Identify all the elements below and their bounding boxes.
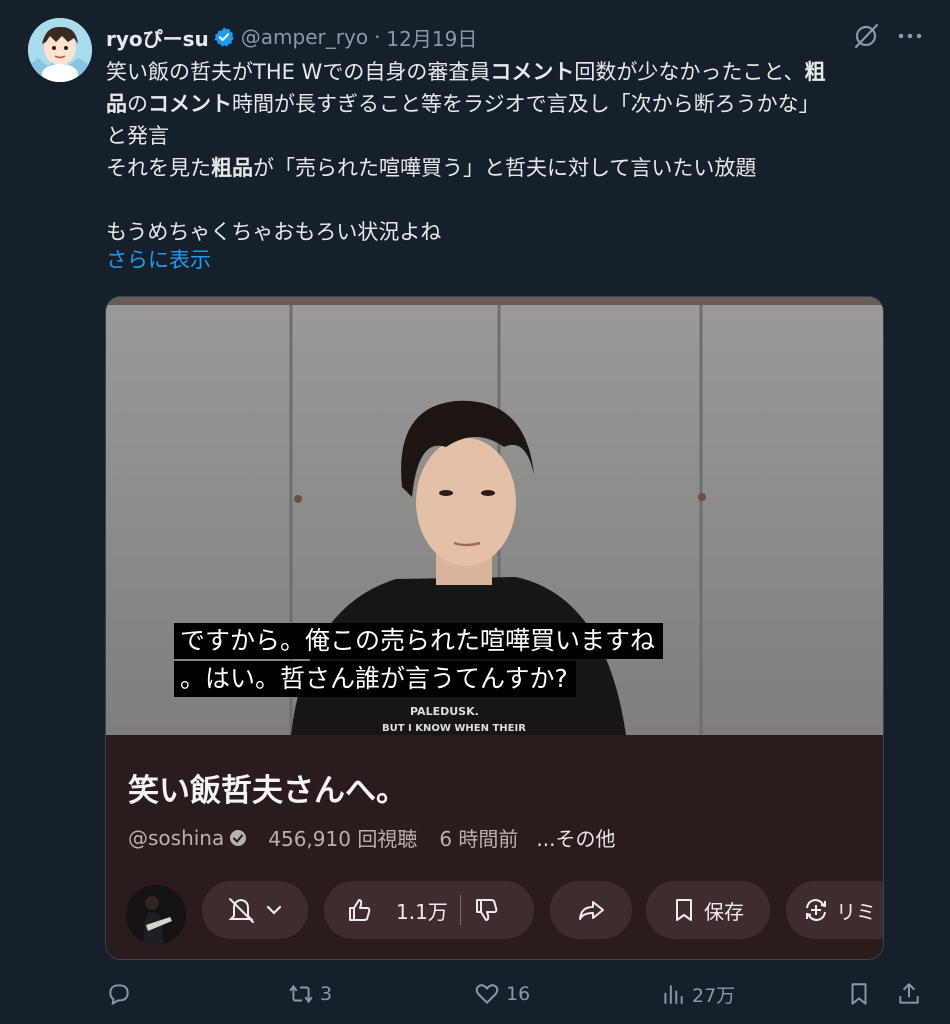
channel-avatar[interactable] (126, 885, 186, 945)
view-count: 456,910 回視聴 (268, 827, 418, 851)
tweet-header: ryoぴーsu @amper_ryo · 12月19日 (106, 22, 477, 52)
tweet-line: 品のコメント時間が長すぎること等をラジオで言及し「次から断ろうかな」 (106, 92, 820, 116)
tweet-action-bar: 3 16 27万 (106, 976, 926, 1012)
video-subtitles: ですから。俺この売られた喧嘩買いますね 。はい。哲さん誰が言うてんすか? (174, 623, 664, 697)
like-dislike-group: 1.1万 (324, 881, 534, 939)
tweet-line: と発言 (106, 124, 169, 148)
save-label: 保存 (704, 899, 744, 924)
remix-label: リミ (836, 899, 876, 924)
bookmark-icon (851, 983, 867, 1005)
subscribe-bell-button[interactable] (202, 881, 308, 939)
retweet-button[interactable]: 3 (288, 976, 332, 1012)
user-handle[interactable]: @amper_ryo (241, 25, 368, 49)
channel-verified-icon (230, 829, 247, 846)
views-button[interactable]: 27万 (660, 976, 735, 1012)
bookmark-icon (676, 899, 692, 921)
tweet-line: 笑い飯の哲夫がTHE Wでの自身の審査員コメント回数が少なかったこと、粗 (106, 60, 826, 84)
view-count: 27万 (692, 984, 736, 1007)
tweet-line: もうめちゃくちゃおもろい状況よね (106, 220, 442, 244)
analytics-icon (664, 985, 683, 1004)
tweet-line: それを見た粗品が「売られた喧嘩買う」と哲夫に対して言いたい放題 (106, 156, 757, 180)
video-meta: @soshina 456,910 回視聴 6 時間前 ...その他 (128, 823, 615, 852)
media-card[interactable]: PALEDUSK. BUT I KNOW WHEN THEIR ですから。俺この… (105, 296, 884, 960)
more-link[interactable]: ...その他 (536, 823, 615, 852)
like-count[interactable]: 1.1万 (396, 896, 448, 925)
like-button[interactable]: 16 (474, 976, 530, 1012)
reply-button[interactable] (106, 976, 132, 1012)
thumbs-up-icon[interactable] (346, 896, 374, 924)
author-avatar[interactable] (28, 18, 92, 82)
video-info-panel: 笑い飯哲夫さんへ。 @soshina 456,910 回視聴 6 時間前 ...… (106, 735, 883, 959)
share-icon (899, 983, 919, 1004)
bell-off-icon (228, 898, 254, 923)
show-more-link[interactable]: さらに表示 (106, 244, 211, 276)
share-button[interactable] (550, 881, 632, 939)
subtitle-line: 。はい。哲さん誰が言うてんすか? (174, 661, 576, 697)
tweet-text: 笑い飯の哲夫がTHE Wでの自身の審査員コメント回数が少なかったこと、粗 品のコ… (106, 56, 926, 248)
separator: · (374, 25, 381, 49)
shirt-text: PALEDUSK. (410, 705, 479, 718)
display-name[interactable]: ryoぴーsu (106, 23, 209, 52)
video-title[interactable]: 笑い飯哲夫さんへ。 (128, 765, 407, 810)
retweet-count: 3 (320, 983, 333, 1005)
grok-icon[interactable] (850, 20, 882, 52)
subtitle-line: ですから。俺この売られた喧嘩買いますね (174, 623, 664, 659)
save-button[interactable]: 保存 (646, 881, 770, 939)
like-count: 16 (506, 983, 531, 1005)
video-frame[interactable]: PALEDUSK. BUT I KNOW WHEN THEIR ですから。俺この… (106, 297, 883, 735)
share-arrow-icon (579, 901, 604, 920)
tweet-date[interactable]: 12月19日 (386, 23, 477, 52)
more-options-icon[interactable] (895, 28, 925, 44)
heart-icon (475, 984, 499, 1004)
verified-badge-icon (213, 27, 234, 47)
channel-handle[interactable]: @soshina (128, 826, 224, 850)
remix-button[interactable]: リミ (786, 881, 883, 939)
remix-icon (806, 898, 826, 922)
retweet-icon (289, 984, 313, 1004)
share-button[interactable] (896, 976, 922, 1012)
shirt-text: BUT I KNOW WHEN THEIR (382, 723, 526, 734)
upload-age: 6 時間前 (439, 827, 519, 851)
thumbs-down-icon[interactable] (473, 896, 501, 924)
chevron-down-icon (266, 905, 282, 915)
bookmark-button[interactable] (846, 976, 872, 1012)
reply-icon (109, 984, 129, 1005)
